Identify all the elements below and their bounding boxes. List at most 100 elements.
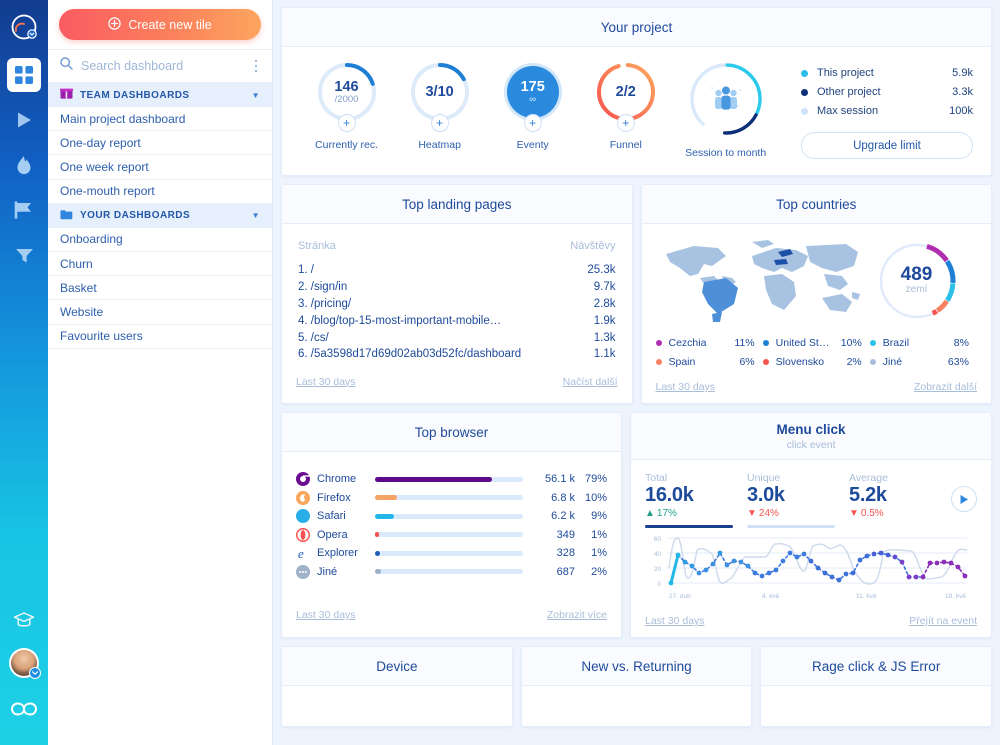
sidebar: Create new tile TEAM DASHBO (48, 0, 273, 745)
countries-show-more-link[interactable]: Zobrazit další (914, 381, 977, 393)
device-body (282, 686, 512, 726)
country-legend-item[interactable]: Spain 6% (656, 356, 763, 368)
stat-unique: Unique 3.0k ▼ 24% (747, 472, 849, 528)
add-heatmap-button[interactable]: + (431, 114, 449, 132)
browser-show-more-link[interactable]: Zobrazit více (547, 609, 607, 621)
upgrade-limit-button[interactable]: Upgrade limit (801, 132, 973, 159)
row-landing-countries: Top landing pages Stránka Návštěvy 1. / … (281, 184, 992, 404)
menuclick-date-range-link[interactable]: Last 30 days (645, 615, 705, 627)
country-legend-item[interactable]: United St… 10% (763, 337, 870, 349)
your-project-card: Your project 146 /2000 + (281, 7, 992, 176)
search-input[interactable] (81, 59, 244, 73)
sidebar-item-onboarding[interactable]: Onboarding (48, 228, 272, 252)
metric-eventy[interactable]: 175 ∞ + Eventy (486, 61, 579, 151)
country-label-united-states: United St… (776, 337, 830, 349)
sidebar-item-website[interactable]: Website (48, 300, 272, 324)
browser-row[interactable]: Safari 6.2 k 9% (296, 507, 607, 526)
funnel-icon[interactable] (7, 238, 41, 272)
top-browser-header: Top browser (282, 413, 621, 452)
country-legend-item[interactable]: Jiné 63% (870, 356, 977, 368)
currently-rec-sub: /2000 (335, 95, 359, 105)
world-map[interactable] (656, 232, 866, 329)
table-row[interactable]: 5. /cs/ 1.3k (296, 329, 618, 346)
sidebar-item-label: Website (60, 305, 103, 319)
add-currently-rec-button[interactable]: + (338, 114, 356, 132)
browser-row[interactable]: Chrome 56.1 k 79% (296, 470, 607, 489)
landing-visits: 1.1k (594, 348, 616, 360)
chevron-down-icon[interactable]: ▼ (252, 211, 260, 220)
browser-value: 6.2 k (533, 510, 575, 522)
create-new-tile-label: Create new tile (128, 18, 211, 32)
table-row[interactable]: 1. / 25.3k (296, 262, 618, 279)
browser-value: 6.8 k (533, 492, 575, 504)
row-bottom-cards: Device New vs. Returning Rage click & JS… (281, 646, 992, 727)
browser-row[interactable]: e Explorer 328 1% (296, 544, 607, 563)
menu-click-card: Menu click click event Total 16.0k ▲ 17% (630, 412, 992, 638)
sidebar-item-main-project-dashboard[interactable]: Main project dashboard (48, 107, 272, 131)
metric-funnel[interactable]: 2/2 + Funnel (579, 61, 672, 151)
table-row[interactable]: 2. /sign/in 9.7k (296, 279, 618, 296)
stat-average-delta: ▼ 0.5% (849, 508, 951, 519)
heatmap-flame-icon[interactable] (7, 148, 41, 182)
sidebar-section-team-dashboards[interactable]: TEAM DASHBOARDS ▼ (48, 83, 272, 107)
legend-label-max-session: Max session (817, 105, 878, 117)
chevron-down-icon[interactable]: ▼ (252, 91, 260, 100)
table-row[interactable]: 4. /blog/top-15-most-important-mobile… 1… (296, 312, 618, 329)
session-to-month-ring (688, 61, 764, 137)
sidebar-item-label: One-day report (60, 136, 141, 150)
stat-average-label: Average (849, 472, 951, 484)
firefox-icon (296, 491, 310, 505)
flag-events-icon[interactable] (7, 193, 41, 227)
countries-donut: 489 zemí (874, 238, 960, 324)
sidebar-item-one-day-report[interactable]: One-day report (48, 131, 272, 155)
landing-page: 3. /pricing/ (298, 298, 351, 310)
metric-session-to-month[interactable]: Session to month (672, 61, 779, 159)
sidebar-item-favourite-users[interactable]: Favourite users (48, 325, 272, 349)
add-funnel-button[interactable]: + (617, 114, 635, 132)
metric-heatmap[interactable]: 3/10 + Heatmap (393, 61, 486, 151)
sidebar-item-one-week-report[interactable]: One week report (48, 155, 272, 179)
graduation-cap-icon[interactable] (7, 603, 41, 637)
infinity-icon[interactable] (7, 692, 41, 726)
sidebar-item-one-mouth-report[interactable]: One-mouth report (48, 180, 272, 204)
country-legend-item[interactable]: Slovensko 2% (763, 356, 870, 368)
top-landing-pages-title: Top landing pages (282, 197, 632, 212)
browser-row[interactable]: Opera 349 1% (296, 526, 607, 545)
browser-pct: 10% (575, 492, 607, 504)
add-eventy-button[interactable]: + (524, 114, 542, 132)
country-legend-item[interactable]: Cezchia 11% (656, 337, 763, 349)
user-avatar[interactable] (9, 648, 39, 678)
menuclick-goto-event-link[interactable]: Přejít na event (909, 615, 977, 627)
landing-load-more-link[interactable]: Načíst další (563, 376, 618, 388)
explorer-icon: e (296, 546, 310, 560)
sidebar-item-churn[interactable]: Churn (48, 252, 272, 276)
create-new-tile-button[interactable]: Create new tile (59, 9, 261, 40)
sidebar-section-your-dashboards[interactable]: YOUR DASHBOARDS ▼ (48, 204, 272, 228)
top-browser-card: Top browser Chrome 56.1 k 79% (281, 412, 622, 638)
logo-infinity-icon[interactable] (7, 10, 41, 44)
play-recordings-icon[interactable] (7, 103, 41, 137)
heatmap-label: Heatmap (393, 139, 486, 151)
countries-date-range-link[interactable]: Last 30 days (656, 381, 716, 393)
browser-date-range-link[interactable]: Last 30 days (296, 609, 356, 621)
menu-click-header: Menu click click event (631, 413, 991, 460)
avatar-chevron-down-icon[interactable] (29, 667, 41, 679)
browser-pct: 1% (575, 547, 607, 559)
browser-name: Safari (317, 510, 375, 522)
stat-average-delta-value: 0.5% (861, 508, 884, 519)
browser-row[interactable]: Jiné 687 2% (296, 563, 607, 582)
search-more-options-icon[interactable] (252, 57, 261, 76)
landing-date-range-link[interactable]: Last 30 days (296, 376, 356, 388)
country-legend-item[interactable]: Brazil 8% (870, 337, 977, 349)
browser-bar-track (375, 514, 523, 519)
table-row[interactable]: 6. /5a3598d17d69d02ab03d52fc/dashboard 1… (296, 346, 618, 363)
browser-name: Opera (317, 529, 375, 541)
table-row[interactable]: 3. /pricing/ 2.8k (296, 296, 618, 313)
sidebar-item-basket[interactable]: Basket (48, 276, 272, 300)
top-landing-pages-footer: Last 30 days Načíst další (282, 369, 632, 398)
browser-row[interactable]: Firefox 6.8 k 10% (296, 489, 607, 508)
metric-currently-rec[interactable]: 146 /2000 + Currently rec. (300, 61, 393, 151)
play-icon[interactable] (951, 486, 977, 512)
dashboard-grid-icon[interactable] (7, 58, 41, 92)
country-dot-jine (870, 359, 876, 365)
